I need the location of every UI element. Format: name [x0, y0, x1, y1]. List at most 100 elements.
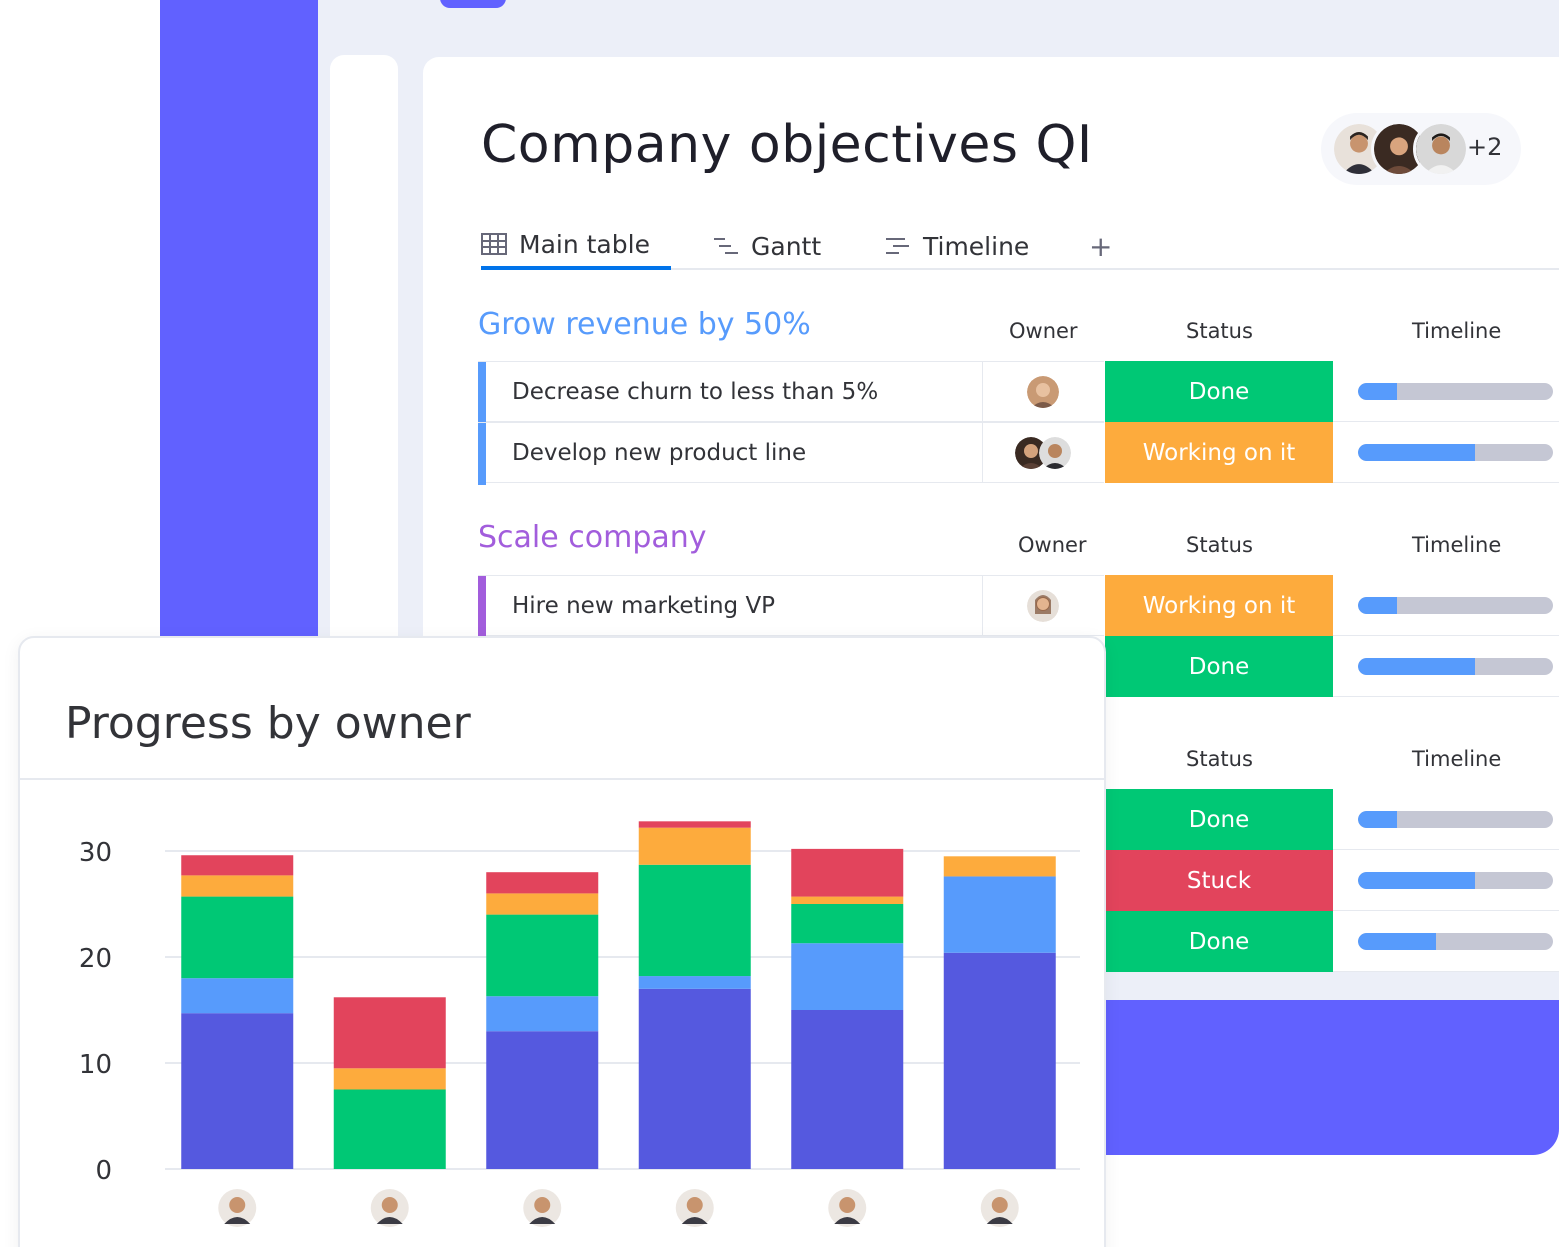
avatar[interactable]	[675, 1189, 714, 1227]
bar-segment[interactable]	[486, 996, 599, 1032]
status-label[interactable]: Stuck	[1105, 850, 1333, 911]
column-header-timeline[interactable]: Timeline	[1412, 533, 1501, 557]
more-members-count[interactable]: +2	[1467, 133, 1502, 161]
item-name-cell[interactable]: Hire new marketing VP	[478, 575, 982, 638]
timeline-icon	[886, 238, 909, 254]
timeline-progress	[1358, 933, 1436, 950]
column-header-status[interactable]: Status	[1186, 319, 1253, 343]
bar-segment[interactable]	[333, 997, 446, 1069]
column-header-status[interactable]: Status	[1186, 747, 1253, 771]
bar-segment[interactable]	[943, 952, 1056, 1169]
status-label[interactable]: Done	[1105, 636, 1333, 697]
tab-gantt[interactable]: Gantt	[713, 222, 821, 270]
table-row[interactable]: Develop new product line Working on it	[478, 422, 1559, 485]
bar-segment[interactable]	[791, 848, 904, 897]
bar-segment[interactable]	[486, 1031, 599, 1169]
group-color-bar	[478, 576, 486, 638]
status-label[interactable]: Working on it	[1105, 575, 1333, 636]
timeline-cell[interactable]	[1333, 575, 1559, 636]
bar-segment[interactable]	[638, 976, 751, 989]
owner-cell[interactable]	[982, 575, 1104, 636]
timeline-cell[interactable]	[1333, 636, 1559, 697]
tab-main-table[interactable]: Main table	[481, 222, 671, 270]
bar-segment[interactable]	[181, 1013, 294, 1169]
column-header-timeline[interactable]: Timeline	[1412, 319, 1501, 343]
bar-segment[interactable]	[943, 856, 1056, 877]
avatar[interactable]	[370, 1189, 409, 1227]
tab-label: Timeline	[923, 231, 1030, 261]
group-title[interactable]: Scale company	[478, 520, 707, 555]
item-name[interactable]: Develop new product line	[512, 440, 806, 466]
timeline-cell[interactable]	[1333, 789, 1559, 850]
gantt-icon	[714, 238, 738, 254]
status-label[interactable]: Done	[1105, 789, 1333, 850]
stage: Company objectives QI +2 Main table Gant…	[0, 0, 1559, 1247]
timeline-cell[interactable]	[1333, 422, 1559, 483]
group-title[interactable]: Grow revenue by 50%	[478, 307, 811, 342]
timeline-bar	[1358, 383, 1553, 400]
table-icon	[481, 233, 507, 255]
table-row[interactable]: Decrease churn to less than 5% Done	[478, 361, 1559, 424]
item-name[interactable]: Hire new marketing VP	[512, 593, 775, 619]
item-name-cell[interactable]: Decrease churn to less than 5%	[478, 361, 982, 424]
avatar[interactable]	[980, 1189, 1019, 1227]
bar-segment[interactable]	[638, 988, 751, 1169]
item-name[interactable]: Decrease churn to less than 5%	[512, 379, 878, 405]
bar-segment[interactable]	[791, 904, 904, 944]
owner-cell[interactable]	[982, 361, 1104, 422]
timeline-bar	[1358, 658, 1553, 675]
timeline-progress	[1358, 597, 1397, 614]
timeline-cell[interactable]	[1333, 911, 1559, 972]
table-row[interactable]: Hire new marketing VP Working on it	[478, 575, 1559, 638]
board-members[interactable]: +2	[1321, 113, 1521, 185]
bar-segment[interactable]	[333, 1068, 446, 1090]
timeline-cell[interactable]	[1333, 361, 1559, 422]
bar-segment[interactable]	[486, 872, 599, 894]
avatar	[1027, 376, 1059, 408]
bar-segment[interactable]	[791, 943, 904, 1010]
bar-segment[interactable]	[943, 876, 1056, 953]
bar-segment[interactable]	[486, 914, 599, 997]
bar-segment[interactable]	[638, 864, 751, 977]
avatar[interactable]	[218, 1189, 257, 1227]
y-tick-label: 10	[79, 1050, 112, 1080]
avatar[interactable]	[828, 1189, 867, 1227]
timeline-bar	[1358, 811, 1553, 828]
column-header-owner[interactable]: Owner	[1018, 533, 1087, 557]
page-title: Company objectives QI	[481, 115, 1093, 175]
bar-segment[interactable]	[181, 896, 294, 979]
side-panel	[330, 55, 398, 655]
timeline-progress	[1358, 444, 1475, 461]
item-name-cell[interactable]: Develop new product line	[478, 422, 982, 485]
column-header-owner[interactable]: Owner	[1009, 319, 1078, 343]
timeline-progress	[1358, 658, 1475, 675]
sidebar-strip	[160, 0, 318, 640]
column-header-status[interactable]: Status	[1186, 533, 1253, 557]
add-view-button[interactable]: +	[1089, 230, 1112, 263]
bar-segment[interactable]	[181, 875, 294, 897]
column-header-timeline[interactable]: Timeline	[1412, 747, 1501, 771]
bar-segment[interactable]	[181, 978, 294, 1014]
top-nav-pill[interactable]	[440, 0, 506, 8]
avatar[interactable]	[1413, 121, 1469, 177]
bar-segment[interactable]	[181, 855, 294, 876]
bar-segment[interactable]	[638, 821, 751, 828]
status-label[interactable]: Working on it	[1105, 422, 1333, 483]
avatar[interactable]	[523, 1189, 562, 1227]
bar-segment[interactable]	[333, 1089, 446, 1170]
bar-segment[interactable]	[791, 896, 904, 904]
view-tabs: Main table Gantt Timeline +	[481, 222, 1559, 270]
status-label[interactable]: Done	[1105, 361, 1333, 422]
bar-segment[interactable]	[638, 827, 751, 865]
bar-segment[interactable]	[486, 893, 599, 915]
timeline-cell[interactable]	[1333, 850, 1559, 911]
bar-segment[interactable]	[791, 1010, 904, 1169]
tab-timeline[interactable]: Timeline	[885, 222, 1029, 270]
owner-cell[interactable]	[982, 422, 1104, 483]
timeline-bar	[1358, 872, 1553, 889]
timeline-bar	[1358, 444, 1553, 461]
timeline-bar	[1358, 597, 1553, 614]
chart-widget[interactable]: Progress by owner 0 10 20 30	[18, 636, 1106, 1247]
decorative-purple-block	[1060, 1000, 1559, 1155]
status-label[interactable]: Done	[1105, 911, 1333, 972]
